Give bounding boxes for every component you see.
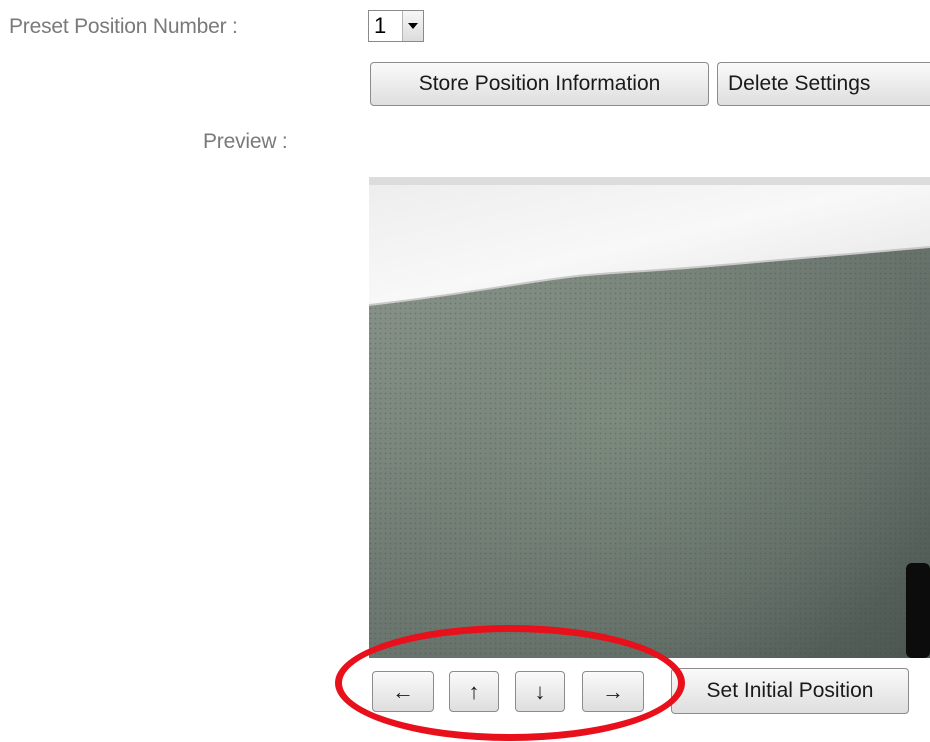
preset-number-select[interactable]: 1 — [368, 10, 424, 42]
camera-preview-image — [369, 177, 930, 658]
preset-position-label: Preset Position Number : — [9, 15, 238, 38]
set-initial-position-button[interactable]: Set Initial Position — [671, 668, 909, 714]
delete-settings-button[interactable]: Delete Settings — [717, 62, 930, 106]
preset-position-page: Preset Position Number : 1 Store Positio… — [0, 0, 930, 742]
chevron-down-icon[interactable] — [402, 11, 423, 41]
red-ellipse-annotation — [335, 625, 685, 741]
preset-number-value: 1 — [374, 13, 387, 38]
preview-label: Preview : — [203, 130, 288, 153]
store-position-button[interactable]: Store Position Information — [370, 62, 709, 106]
